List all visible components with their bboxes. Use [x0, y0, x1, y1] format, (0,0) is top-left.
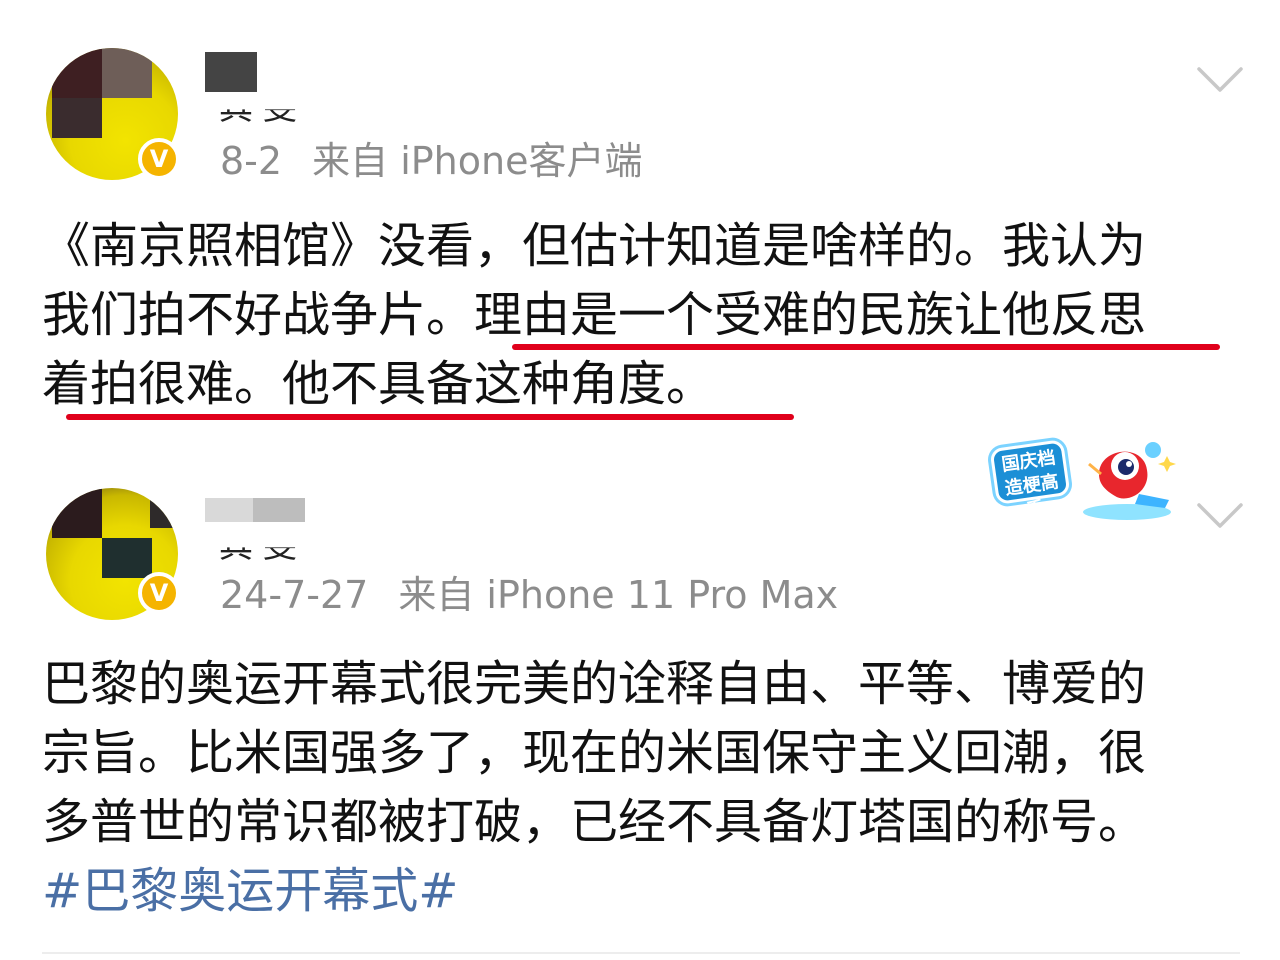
verified-badge-icon: V	[138, 572, 180, 614]
avatar-mosaic	[150, 488, 178, 528]
avatar-mosaic	[52, 98, 102, 138]
post-source-prefix: 来自	[398, 573, 475, 617]
username-redacted[interactable]: 其雯	[205, 52, 325, 128]
post-body: 巴黎的奥运开幕式很完美的诠释自由、平等、博爱的 宗旨。比米国强多了，现在的米国保…	[42, 650, 1242, 926]
username-mosaic	[253, 498, 305, 522]
red-underline-annotation	[512, 344, 1220, 350]
username-mosaic	[205, 52, 257, 92]
weibo-post-2: V 其雯 24-7-27 来自 iPhone 11 Pro Max 国庆档造梗高手…	[0, 439, 1280, 960]
avatar-mosaic	[102, 538, 152, 578]
post-body-line: 着拍很难。他不具备这种角度。	[42, 356, 715, 412]
post-body-line: 多普世的常识都被打破，已经不具备灯塔国的称号。	[42, 794, 1147, 850]
post-meta: 24-7-27 来自 iPhone 11 Pro Max	[220, 564, 838, 619]
post-meta: 8-2 来自 iPhone客户端	[220, 130, 642, 185]
avatar-mosaic	[52, 488, 102, 538]
mascot-icon	[1083, 442, 1176, 520]
post-source: iPhone 11 Pro Max	[486, 573, 839, 617]
username-remnant: 其雯	[219, 526, 307, 566]
username-mosaic	[205, 498, 253, 522]
post-source: iPhone客户端	[400, 139, 643, 183]
verified-badge-icon: V	[138, 138, 180, 180]
post-body-line: 《南京照相馆》没看，但估计知道是啥样的。我认为	[42, 218, 1147, 274]
avatar-mosaic	[52, 48, 102, 98]
post-body-line: 巴黎的奥运开幕式很完美的诠释自由、平等、博爱的	[42, 656, 1147, 712]
post-date: 24-7-27	[220, 573, 369, 617]
post-source-prefix: 来自	[312, 139, 389, 183]
avatar-mosaic	[102, 48, 152, 98]
hashtag-link[interactable]: #巴黎奥运开幕式#	[42, 857, 1242, 926]
red-underline-annotation	[66, 414, 794, 420]
sticker-label: 国庆档造梗高手	[989, 439, 1071, 521]
chevron-down-icon[interactable]	[1196, 502, 1244, 530]
post-date: 8-2	[220, 139, 283, 183]
national-day-sticker[interactable]: 国庆档造梗高手	[985, 434, 1185, 526]
divider	[42, 952, 1240, 954]
username-redacted[interactable]: 其雯	[205, 490, 325, 566]
post-body-line: 我们拍不好战争片。理由是一个受难的民族让他反思	[42, 287, 1147, 343]
post-body: 《南京照相馆》没看，但估计知道是啥样的。我认为 我们拍不好战争片。理由是一个受难…	[42, 212, 1242, 419]
post-body-line: 宗旨。比米国强多了，现在的米国保守主义回潮，很	[42, 725, 1147, 781]
chevron-down-icon[interactable]	[1196, 66, 1244, 94]
weibo-post-1: V 其雯 8-2 来自 iPhone客户端 《南京照相馆》没看，但估计知道是啥样的…	[0, 0, 1280, 440]
